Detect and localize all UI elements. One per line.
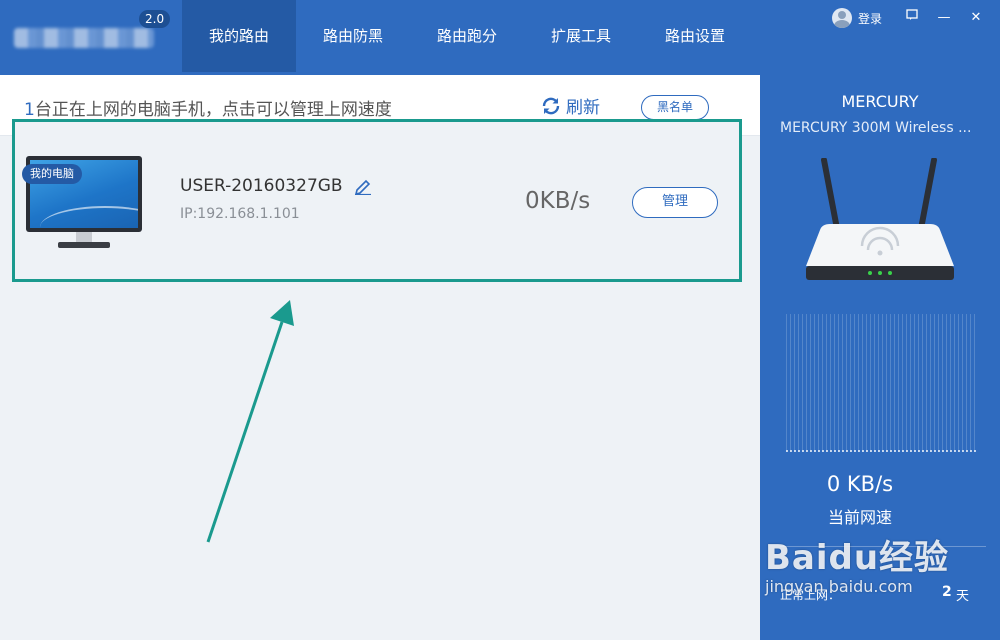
top-bar: 2.0 我的路由 路由防黑 路由跑分 扩展工具 路由设置 登录 — ✕ — [0, 0, 1000, 72]
blacklist-button[interactable]: 黑名单 — [641, 95, 709, 120]
refresh-label: 刷新 — [566, 98, 600, 118]
tab-extensions[interactable]: 扩展工具 — [524, 0, 638, 72]
current-speed-label: 当前网速 — [827, 508, 892, 527]
window-controls: 登录 — ✕ — [831, 8, 992, 28]
login-button[interactable]: 登录 — [831, 8, 882, 28]
tab-router-settings[interactable]: 路由设置 — [638, 0, 752, 72]
online-device-count: 1 — [24, 100, 35, 120]
online-devices-summary: 1台正在上网的电脑手机，点击可以管理上网速度 — [24, 95, 392, 120]
version-badge: 2.0 — [139, 10, 171, 28]
manage-button[interactable]: 管理 — [632, 187, 718, 218]
router-model: MERCURY 300M Wireless ... — [780, 120, 972, 136]
speed-graph-baseline — [786, 450, 976, 452]
router-brand: MERCURY — [841, 92, 919, 111]
watermark-url: jingyan.baidu.com — [765, 577, 913, 596]
baidu-watermark: Baidu经验 jingyan.baidu.com — [765, 530, 949, 596]
app-logo — [14, 28, 154, 48]
device-name-text: USER-20160327GB — [180, 176, 343, 196]
tab-benchmark[interactable]: 路由跑分 — [410, 0, 524, 72]
avatar — [831, 8, 852, 28]
device-name: USER-20160327GB — [180, 176, 373, 196]
tab-anti-hack[interactable]: 路由防黑 — [296, 0, 410, 72]
speed-graph — [786, 314, 976, 452]
refresh-icon — [542, 97, 560, 114]
router-icon — [806, 158, 954, 280]
chat-icon — [906, 9, 918, 20]
edit-icon[interactable] — [353, 177, 373, 195]
my-computer-badge: 我的电脑 — [22, 164, 82, 184]
device-speed: 0KB/s — [525, 188, 591, 214]
login-label: 登录 — [857, 11, 882, 26]
online-devices-text: 台正在上网的电脑手机，点击可以管理上网速度 — [34, 100, 392, 120]
refresh-button[interactable]: 刷新 — [540, 93, 600, 118]
device-ip: IP:192.168.1.101 — [180, 206, 300, 222]
device-card: 我的电脑 USER-20160327GB IP:192.168.1.101 0K… — [18, 140, 738, 258]
watermark-logo: Baidu经验 — [765, 538, 950, 578]
tab-my-router[interactable]: 我的路由 — [182, 0, 296, 72]
main-tabs: 我的路由 路由防黑 路由跑分 扩展工具 路由设置 — [182, 0, 752, 72]
current-speed-value: 0 KB/s — [826, 472, 894, 496]
feedback-button[interactable] — [896, 8, 928, 28]
annotation-arrow-icon — [206, 300, 294, 543]
minimize-button[interactable]: — — [928, 8, 960, 28]
uptime-unit: 天 — [956, 589, 970, 604]
close-button[interactable]: ✕ — [960, 8, 992, 28]
